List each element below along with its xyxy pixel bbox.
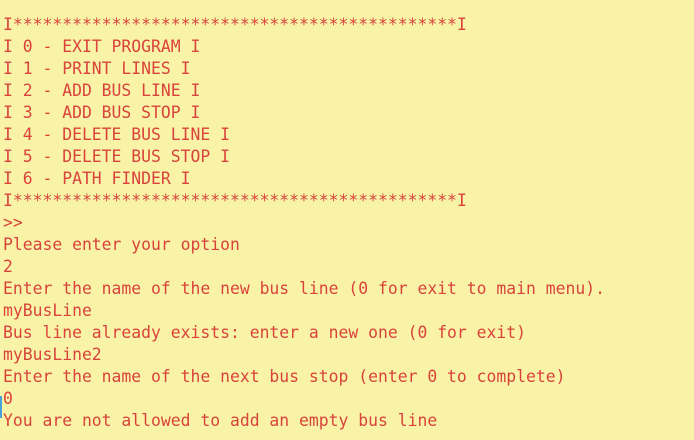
menu-option-path-finder: I 6 - PATH FINDER I [3, 169, 191, 188]
user-input-bus-stop: 0 [3, 389, 13, 408]
menu-border-top: I***************************************… [3, 15, 467, 34]
prompt-marker: >> [3, 213, 23, 232]
text-cursor [0, 396, 2, 418]
bus-line-exists-message: Bus line already exists: enter a new one… [3, 323, 527, 342]
menu-option-add-bus-stop: I 3 - ADD BUS STOP I [3, 103, 201, 122]
user-input-option: 2 [3, 257, 13, 276]
console-output: I***************************************… [3, 14, 693, 432]
bus-stop-name-prompt: Enter the name of the next bus stop (ent… [3, 367, 566, 386]
menu-option-print-lines: I 1 - PRINT LINES I [3, 59, 191, 78]
bus-line-name-prompt: Enter the name of the new bus line (0 fo… [3, 279, 605, 298]
user-input-bus-line-2: myBusLine2 [3, 345, 102, 364]
user-input-bus-line: myBusLine [3, 301, 92, 320]
empty-bus-line-error: You are not allowed to add an empty bus … [3, 411, 438, 430]
menu-option-delete-bus-stop: I 5 - DELETE BUS STOP I [3, 147, 230, 166]
menu-option-add-bus-line: I 2 - ADD BUS LINE I [3, 81, 201, 100]
menu-border-bottom: I***************************************… [3, 191, 467, 210]
option-prompt: Please enter your option [3, 235, 240, 254]
menu-option-delete-bus-line: I 4 - DELETE BUS LINE I [3, 125, 230, 144]
menu-option-exit-program: I 0 - EXIT PROGRAM I [3, 37, 201, 56]
